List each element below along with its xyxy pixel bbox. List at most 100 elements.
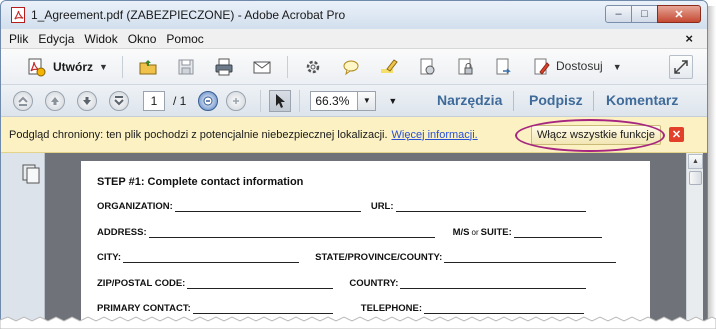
email-icon[interactable] [251, 56, 273, 78]
primary-contact-label: PRIMARY CONTACT: [97, 303, 191, 314]
close-icon[interactable]: ✕ [669, 127, 684, 142]
protected-view-bar: Podgląd chroniony: ten plik pochodzi z p… [1, 117, 707, 153]
scroll-up-button[interactable]: ▲ [688, 154, 703, 169]
sign-icon[interactable] [416, 56, 438, 78]
close-window-button[interactable]: ✕ [657, 5, 701, 23]
create-pdf-icon [25, 56, 47, 78]
form-row-address: ADDRESS: M/S or SUITE: [97, 227, 602, 238]
cursor-icon [276, 93, 286, 108]
last-page-button[interactable] [109, 90, 129, 111]
city-label: CITY: [97, 252, 122, 263]
select-tool-button[interactable] [269, 89, 292, 112]
menu-item-widok[interactable]: Widok [84, 32, 117, 46]
url-field[interactable] [395, 204, 586, 212]
tab-komentarz[interactable]: Komentarz [606, 92, 678, 108]
menu-item-edycja[interactable]: Edycja [38, 32, 74, 46]
toolbar-divider [260, 89, 262, 112]
secure-icon[interactable] [454, 56, 476, 78]
toolbar-divider [286, 55, 288, 78]
zip-field[interactable] [187, 281, 334, 289]
zoom-out-button[interactable] [198, 90, 219, 111]
chevron-up-icon: ▲ [692, 158, 699, 165]
share-icon[interactable] [492, 56, 514, 78]
first-page-icon [18, 96, 28, 106]
gear-icon[interactable] [302, 56, 324, 78]
chevron-down-icon: ▼ [612, 62, 622, 72]
city-field[interactable] [123, 255, 300, 263]
suite-label: SUITE: [480, 227, 512, 238]
tab-divider [513, 91, 514, 111]
acrobat-window: 1_Agreement.pdf (ZABEZPIECZONE) - Adobe … [0, 0, 708, 329]
page-total: / 1 [173, 93, 187, 108]
expand-view-button[interactable] [669, 55, 693, 79]
edit-icon[interactable] [530, 56, 552, 78]
page-number-input[interactable]: 1 [143, 90, 165, 111]
scroll-thumb[interactable] [689, 171, 702, 185]
zoom-out-icon [203, 96, 213, 105]
form-row-city: CITY: STATE/PROVINCE/COUNTY: [97, 252, 617, 263]
expand-arrows-icon [674, 60, 688, 74]
open-folder-icon[interactable] [137, 56, 159, 78]
comment-icon[interactable] [340, 56, 362, 78]
zoom-in-button[interactable] [226, 90, 247, 111]
ms-suite-field[interactable] [513, 230, 602, 238]
or-label: or [471, 228, 479, 237]
ms-suite-label: M/S or SUITE: [453, 227, 512, 238]
title-bar: 1_Agreement.pdf (ZABEZPIECZONE) - Adobe … [1, 1, 707, 29]
state-field[interactable] [444, 255, 617, 263]
next-page-button[interactable] [77, 90, 97, 111]
organization-field[interactable] [174, 204, 361, 212]
menu-item-okno[interactable]: Okno [128, 32, 157, 46]
form-row-organization: ORGANIZATION: URL: [97, 201, 586, 212]
address-label: ADDRESS: [97, 227, 147, 238]
navigation-pane [1, 153, 45, 328]
main-toolbar: Utwórz ▼ Dostosuj ▼ [1, 49, 707, 85]
zoom-control: 66.3% ▼ [310, 90, 377, 111]
protected-view-message: Podgląd chroniony: ten plik pochodzi z p… [9, 128, 388, 141]
previous-page-button[interactable] [45, 90, 65, 111]
save-icon[interactable] [175, 56, 197, 78]
first-page-button[interactable] [13, 90, 33, 111]
zoom-in-icon [233, 97, 240, 104]
more-tools-chevron-icon[interactable]: ▼ [388, 96, 397, 106]
window-shadow [708, 6, 716, 329]
document-page: STEP #1: Complete contact information OR… [81, 161, 650, 328]
page-thumbnails-icon[interactable] [21, 163, 41, 185]
pdf-file-icon [11, 7, 25, 23]
address-field[interactable] [148, 230, 435, 238]
zip-label: ZIP/POSTAL CODE: [97, 278, 186, 289]
window-controls: ‒ □ ✕ [605, 5, 701, 23]
form-section-title: STEP #1: Complete contact information [97, 176, 304, 188]
more-info-link[interactable]: Więcej informacji. [392, 129, 478, 141]
highlight-icon[interactable] [378, 56, 400, 78]
menu-item-plik[interactable]: Plik [9, 32, 28, 46]
vertical-scrollbar[interactable]: ▲ [686, 153, 703, 328]
menu-item-pomoc[interactable]: Pomoc [166, 32, 203, 46]
telephone-label: TELEPHONE: [360, 303, 423, 314]
tab-narzedzia[interactable]: Narzędzia [437, 92, 502, 108]
customize-dropdown[interactable]: Dostosuj ▼ [556, 59, 622, 73]
print-icon[interactable] [213, 56, 235, 78]
close-document-button[interactable]: × [685, 31, 693, 46]
chevron-down-icon: ▼ [99, 61, 108, 72]
telephone-field[interactable] [424, 306, 585, 314]
tab-podpisz[interactable]: Podpisz [529, 92, 583, 108]
create-button[interactable]: Utwórz ▼ [25, 56, 108, 78]
minimize-button[interactable]: ‒ [605, 5, 632, 23]
arrow-down-icon [83, 96, 91, 105]
zoom-dropdown-button[interactable]: ▼ [358, 90, 377, 111]
enable-all-features-button[interactable]: Włącz wszystkie funkcje [531, 125, 661, 145]
maximize-button[interactable]: □ [631, 5, 658, 23]
tab-divider [593, 91, 594, 111]
toolbar-divider [121, 55, 123, 78]
primary-contact-field[interactable] [192, 306, 333, 314]
toolbar-divider [299, 89, 301, 112]
create-button-label: Utwórz [53, 59, 93, 74]
chevron-down-icon: ▼ [362, 96, 371, 105]
organization-label: ORGANIZATION: [97, 201, 173, 212]
window-title: 1_Agreement.pdf (ZABEZPIECZONE) - Adobe … [31, 8, 346, 22]
zoom-input[interactable]: 66.3% [310, 90, 359, 111]
country-field[interactable] [400, 281, 587, 289]
torn-edge [0, 316, 716, 329]
navigation-toolbar: 1 / 1 66.3% ▼ ▼ Narzędzia Podpisz Koment… [1, 85, 707, 117]
